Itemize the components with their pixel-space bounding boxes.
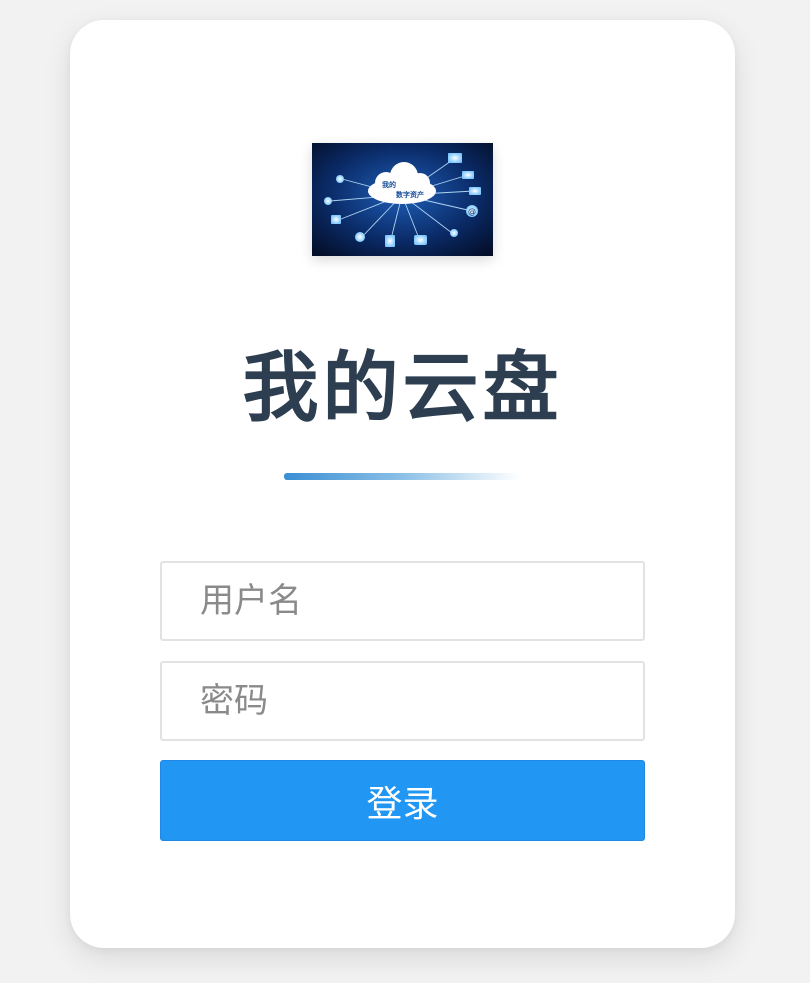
magnifier-icon xyxy=(336,175,344,183)
tools-icon xyxy=(450,229,458,237)
cloud-logo: 我的 数字资产 @ xyxy=(312,143,493,256)
svg-text:@: @ xyxy=(468,207,476,216)
chat-icon xyxy=(414,235,427,245)
folder-icon xyxy=(469,187,481,195)
mail-icon xyxy=(462,171,474,179)
logo-text-line1: 我的 xyxy=(382,180,396,189)
link-icon xyxy=(324,197,332,205)
page-title: 我的云盘 xyxy=(242,343,563,432)
logo-text-line2: 数字资产 xyxy=(396,190,424,199)
user-icon xyxy=(355,232,365,242)
login-card: 我的 数字资产 @ 我的云盘 登录 xyxy=(70,20,735,948)
password-input[interactable] xyxy=(160,661,645,741)
document-icon xyxy=(385,235,395,247)
lock-icon xyxy=(331,215,341,224)
cloud-network-illustration: 我的 数字资产 @ xyxy=(312,143,493,256)
title-divider xyxy=(284,473,520,480)
screen-icon xyxy=(448,153,462,163)
username-input[interactable] xyxy=(160,561,645,641)
login-button[interactable]: 登录 xyxy=(160,760,645,841)
